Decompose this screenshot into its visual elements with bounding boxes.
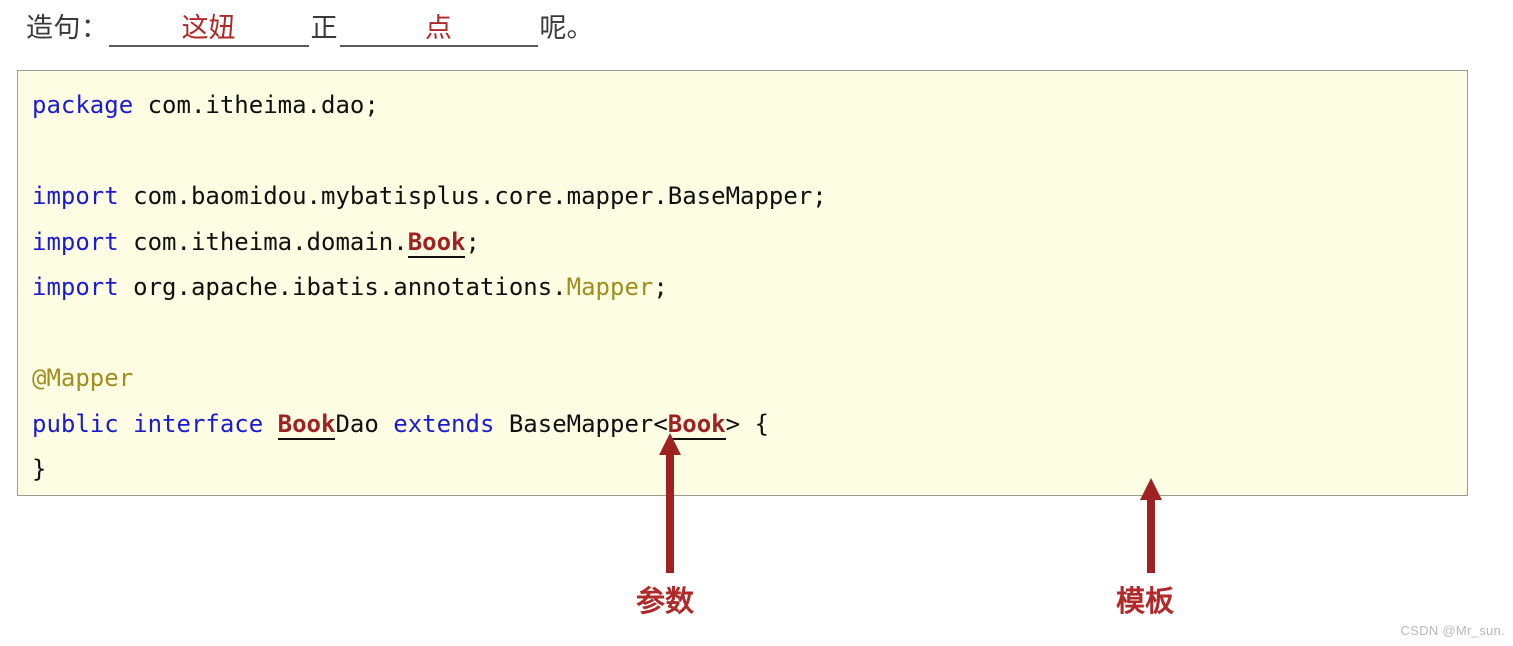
sentence-blank-1: 这妞 bbox=[108, 11, 309, 47]
line-close-brace: } bbox=[32, 447, 827, 493]
code-lines-container: package com.itheima.dao; import com.baom… bbox=[32, 83, 827, 493]
line-import-basemapper: import com.baomidou.mybatisplus.core.map… bbox=[32, 174, 827, 220]
code-token-plain: org.apache.ibatis.annotations. bbox=[118, 273, 567, 301]
code-token-cls: Book bbox=[407, 227, 466, 258]
line-interface-decl: public interface BookDao extends BaseMap… bbox=[32, 402, 827, 448]
code-token-anno: @Mapper bbox=[32, 364, 134, 392]
code-token-plain: com.itheima.domain. bbox=[118, 227, 408, 256]
code-token-plain: ; bbox=[653, 273, 668, 301]
sentence-lead-text: 造句： bbox=[26, 13, 109, 43]
sentence-blank-2: 点 bbox=[339, 11, 538, 47]
line-package: package com.itheima.dao; bbox=[32, 83, 827, 129]
code-token-kw: import bbox=[32, 182, 119, 210]
code-token-plain: ; bbox=[465, 227, 480, 256]
sentence-exercise-header: 造句： 这妞 正 点 呢。 bbox=[26, 6, 594, 52]
line-import-mapper: import org.apache.ibatis.annotations.Map… bbox=[32, 265, 827, 311]
callout-label-parameter: 参数 bbox=[636, 584, 695, 618]
code-snippet-panel: package com.itheima.dao; import com.baom… bbox=[17, 70, 1468, 496]
callout-label-template: 模板 bbox=[1116, 584, 1175, 618]
code-token-plain: > { bbox=[725, 409, 769, 438]
line-annotation-mapper: @Mapper bbox=[32, 356, 827, 402]
code-token-kw: extends bbox=[393, 409, 495, 438]
line-blank-1 bbox=[32, 129, 827, 175]
line-import-book: import com.itheima.domain.Book; bbox=[32, 220, 827, 266]
code-token-kw: interface bbox=[133, 409, 264, 438]
sentence-middle-char: 正 bbox=[310, 13, 338, 43]
code-token-cls: Book bbox=[277, 409, 336, 440]
callout-arrow-parameter bbox=[655, 433, 685, 573]
code-token-plain: com.itheima.dao; bbox=[133, 91, 379, 119]
code-token-plain: } bbox=[32, 455, 47, 483]
code-token-kw: import bbox=[32, 273, 119, 301]
code-token-plain: Dao bbox=[335, 409, 394, 438]
code-token-kw: import bbox=[32, 227, 119, 256]
callout-arrow-template bbox=[1136, 478, 1166, 573]
watermark-text: CSDN @Mr_sun. bbox=[1400, 623, 1505, 638]
code-token-type: Mapper bbox=[566, 273, 654, 301]
code-token-plain: BaseMapper< bbox=[494, 409, 668, 438]
sentence-tail-text: 呢。 bbox=[539, 13, 594, 43]
code-token-plain: com.baomidou.mybatisplus.core.mapper.Bas… bbox=[118, 182, 827, 210]
code-token-kw: public bbox=[32, 409, 119, 438]
code-token-kw: package bbox=[32, 91, 134, 119]
line-blank-2 bbox=[32, 311, 827, 357]
